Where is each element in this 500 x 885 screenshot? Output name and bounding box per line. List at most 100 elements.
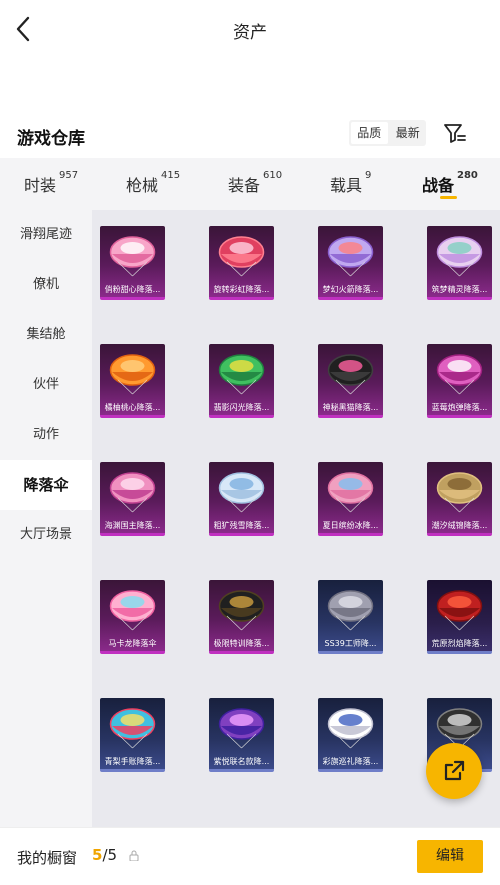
item-label: 紫悦联名款降... xyxy=(213,757,270,766)
tab-label: 枪械 xyxy=(126,176,159,195)
parachute-black-gold-icon xyxy=(215,586,268,634)
item-card[interactable]: 俏粉甜心降落... xyxy=(100,226,165,300)
warehouse-header: 游戏仓库 品质 最新 xyxy=(0,112,500,156)
parachute-orange-icon xyxy=(106,350,159,398)
item-label: 荒原烈焰降落... xyxy=(431,639,488,648)
tab-count: 610 xyxy=(263,170,283,181)
sort-quality-button[interactable]: 品质 xyxy=(351,122,388,144)
parachute-purple-icon xyxy=(215,704,268,752)
parachute-flame-icon xyxy=(433,586,486,634)
item-label: 夏日缤纷冰降... xyxy=(322,521,379,530)
sidebar-item-parachute[interactable]: 降落伞 xyxy=(0,460,92,510)
parachute-macaron-icon xyxy=(106,586,159,634)
item-grid: 俏粉甜心降落... 旋转彩虹降落... 梦幻火箭降落... 筑梦精灵降落... 橘柚桃心… xyxy=(92,210,500,827)
item-card[interactable]: 夏日缤纷冰降... xyxy=(318,462,383,536)
category-tabs: 时装957 枪械415 装备610 载具9 战备280 xyxy=(0,158,500,210)
item-card[interactable]: 海渊国主降落... xyxy=(100,462,165,536)
item-label: SS39工师降... xyxy=(324,639,377,648)
item-label: 粗犷残雪降落... xyxy=(213,521,270,530)
item-card[interactable]: 翡影闪光降落... xyxy=(209,344,274,418)
parachute-pink-icon xyxy=(106,232,159,280)
showcase-count-total: /5 xyxy=(102,846,118,864)
sidebar-item-assembly-pod[interactable]: 集结舱 xyxy=(0,310,92,360)
parachute-red-icon xyxy=(215,232,268,280)
item-label: 神秘黑猫降落... xyxy=(322,403,379,412)
tab-count: 9 xyxy=(365,170,372,181)
parachute-gold-icon xyxy=(433,468,486,516)
tab-label: 时装 xyxy=(24,176,57,195)
top-bar: 资产 xyxy=(0,0,500,60)
item-card[interactable]: 马卡龙降落伞 xyxy=(100,580,165,654)
item-label: 蓝莓炮弹降落... xyxy=(431,403,488,412)
parachute-grey-icon xyxy=(324,586,377,634)
item-card[interactable]: 潮汐绒锦降落... xyxy=(427,462,492,536)
item-label: 海渊国主降落... xyxy=(104,521,161,530)
item-label: 极限特训降落... xyxy=(213,639,270,648)
item-label: 青梨手账降落... xyxy=(104,757,161,766)
item-card[interactable]: 紫悦联名款降... xyxy=(209,698,274,772)
page-title: 资产 xyxy=(233,23,267,43)
sidebar: 滑翔尾迹 僚机 集结舱 伙伴 动作 降落伞 大厅场景 xyxy=(0,210,92,827)
item-card[interactable]: 旋转彩虹降落... xyxy=(209,226,274,300)
sidebar-item-companion[interactable]: 伙伴 xyxy=(0,360,92,410)
parachute-flags-icon xyxy=(324,704,377,752)
item-card[interactable]: 神秘黑猫降落... xyxy=(318,344,383,418)
tab-weapons[interactable]: 枪械415 xyxy=(126,170,181,196)
sidebar-item-lobby-scene[interactable]: 大厅场景 xyxy=(0,510,92,560)
tab-count: 280 xyxy=(457,170,478,181)
item-label: 筑梦精灵降落... xyxy=(431,285,488,294)
section-title: 游戏仓库 xyxy=(17,129,85,149)
item-label: 马卡龙降落伞 xyxy=(108,639,157,648)
tab-count: 957 xyxy=(59,170,79,181)
parachute-cat-icon xyxy=(324,350,377,398)
item-label: 潮汐绒锦降落... xyxy=(431,521,488,530)
parachute-shell-icon xyxy=(106,468,159,516)
item-card[interactable]: 粗犷残雪降落... xyxy=(209,462,274,536)
tab-fashion[interactable]: 时装957 xyxy=(24,170,79,196)
item-card[interactable]: 彩旗巡礼降落... xyxy=(318,698,383,772)
edit-button[interactable]: 编辑 xyxy=(417,840,483,873)
item-card[interactable]: 蓝莓炮弹降落... xyxy=(427,344,492,418)
tab-combat-gear[interactable]: 战备280 xyxy=(422,170,478,196)
parachute-magenta-icon xyxy=(433,350,486,398)
share-button[interactable] xyxy=(426,743,482,799)
parachute-rocket-icon xyxy=(324,232,377,280)
parachute-teal-icon xyxy=(433,232,486,280)
tab-vehicles[interactable]: 载具9 xyxy=(330,170,372,196)
parachute-green-icon xyxy=(215,350,268,398)
sidebar-item-wingman[interactable]: 僚机 xyxy=(0,260,92,310)
showcase-label: 我的橱窗 xyxy=(17,849,78,867)
parachute-snow-icon xyxy=(215,468,268,516)
tab-label: 载具 xyxy=(330,176,363,195)
share-icon xyxy=(444,760,465,781)
item-card[interactable]: 青梨手账降落... xyxy=(100,698,165,772)
tab-label: 装备 xyxy=(228,176,261,195)
bottom-bar: 我的橱窗 5/5 编辑 xyxy=(0,827,500,885)
sidebar-item-emote[interactable]: 动作 xyxy=(0,410,92,460)
active-tab-indicator xyxy=(440,196,457,199)
sort-newest-button[interactable]: 最新 xyxy=(390,120,427,146)
item-label: 俏粉甜心降落... xyxy=(104,285,161,294)
tab-count: 415 xyxy=(161,170,181,181)
item-label: 翡影闪光降落... xyxy=(213,403,270,412)
item-label: 梦幻火箭降落... xyxy=(322,285,379,294)
item-card[interactable]: 筑梦精灵降落... xyxy=(427,226,492,300)
tab-equipment[interactable]: 装备610 xyxy=(228,170,283,196)
item-label: 旋转彩虹降落... xyxy=(213,285,270,294)
item-card[interactable]: 极限特训降落... xyxy=(209,580,274,654)
showcase-count-current: 5 xyxy=(92,846,103,864)
item-card[interactable]: 橘柚桃心降落... xyxy=(100,344,165,418)
item-label: 橘柚桃心降落... xyxy=(104,403,161,412)
filter-icon[interactable] xyxy=(442,121,468,145)
showcase-count: 5/5 xyxy=(92,846,117,864)
sidebar-item-glide-trail[interactable]: 滑翔尾迹 xyxy=(0,210,92,260)
sort-toggle: 品质 最新 xyxy=(349,120,426,146)
item-card[interactable]: 梦幻火箭降落... xyxy=(318,226,383,300)
item-label: 彩旗巡礼降落... xyxy=(322,757,379,766)
tab-label: 战备 xyxy=(422,176,455,195)
item-card[interactable]: 荒原烈焰降落... xyxy=(427,580,492,654)
parachute-notebook-icon xyxy=(106,704,159,752)
lock-icon xyxy=(129,850,139,864)
parachute-summer-icon xyxy=(324,468,377,516)
item-card[interactable]: SS39工师降... xyxy=(318,580,383,654)
